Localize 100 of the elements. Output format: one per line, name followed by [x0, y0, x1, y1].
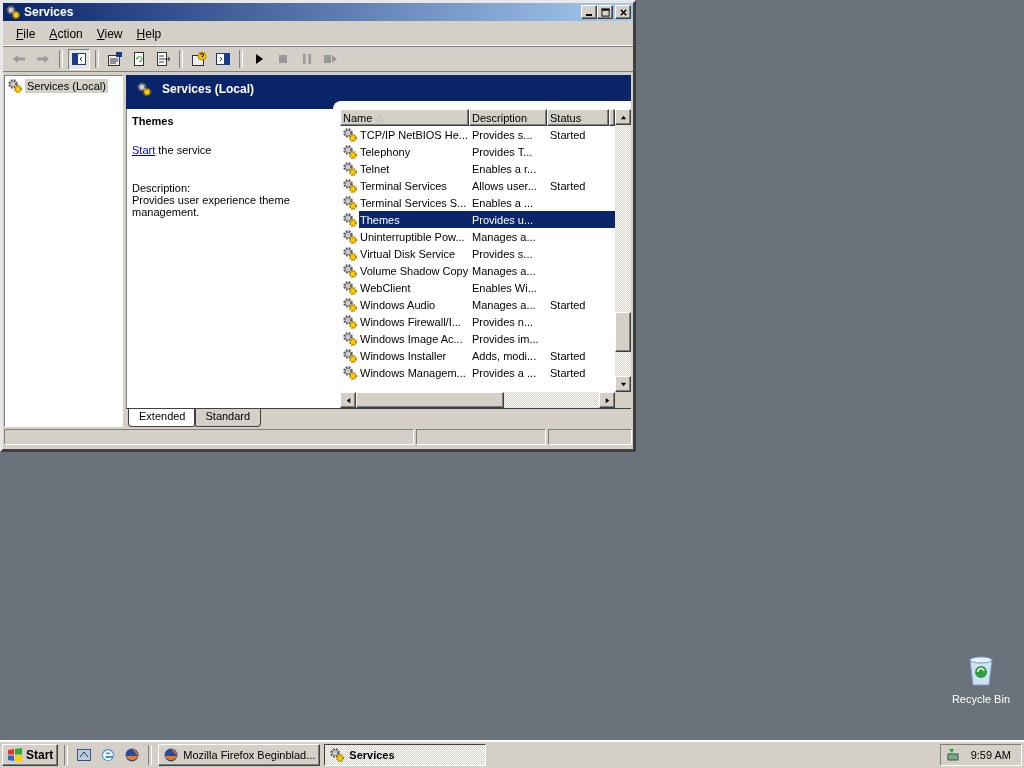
description-text: Provides user experience theme management.: [132, 194, 291, 218]
table-cell: Telephony: [360, 145, 411, 158]
desktop-shortcut-icon[interactable]: [76, 747, 93, 763]
table-cell: Telnet: [360, 162, 390, 175]
properties-icon: [107, 51, 123, 67]
table-cell-text: Provides a ...: [471, 366, 538, 379]
menu-item[interactable]: Help: [129, 27, 169, 41]
gears-icon: [342, 245, 358, 262]
description-label: Description:: [132, 182, 192, 194]
maximize-icon: [600, 7, 610, 17]
taskbar-button[interactable]: Services: [324, 744, 487, 766]
start-sentence: Start the service: [132, 144, 213, 156]
table-cell: Windows Managem...: [360, 366, 466, 379]
view-tab[interactable]: Standard: [194, 409, 262, 427]
table-cell-text: Started: [549, 298, 587, 311]
vertical-scrollbar[interactable]: [615, 109, 631, 392]
table-row[interactable]: Telephony Provides T...: [340, 143, 615, 160]
view-tab[interactable]: Extended: [128, 409, 197, 427]
table-cell: TCP/IP NetBIOS He...: [360, 128, 468, 141]
table-cell-text: Started: [549, 179, 587, 192]
table-cell: Terminal Services S...: [360, 196, 467, 209]
down-arrow-icon: [619, 380, 627, 388]
table-cell: Uninterruptible Pow...: [360, 230, 465, 243]
gears-icon: [342, 364, 358, 381]
table-cell-text: Allows user...: [471, 179, 538, 192]
desktop-icon-label[interactable]: Recycle Bin: [951, 693, 1010, 705]
table-row[interactable]: WebClient Enables Wi...: [340, 279, 615, 296]
table-cell-text: Manages a...: [471, 264, 537, 277]
table-cell: Windows Audio: [360, 298, 436, 311]
table-cell: Virtual Disk Service: [360, 247, 456, 260]
menu-item[interactable]: View: [89, 27, 130, 41]
gears-icon: [329, 747, 346, 763]
fox-globe-icon[interactable]: [124, 747, 141, 763]
gears-icon: [5, 4, 21, 20]
table-cell-text: Started: [549, 366, 587, 379]
table-row[interactable]: Windows Firewall/I... Provides n...: [340, 313, 615, 330]
tree-pane-icon: [71, 51, 87, 67]
column-header[interactable]: Description: [469, 109, 547, 126]
window-title: Services: [24, 5, 75, 19]
table-row[interactable]: Terminal Services Allows user... Started: [340, 177, 615, 194]
gears-icon: [342, 228, 358, 245]
table-cell: WebClient: [360, 281, 411, 294]
service-name: Themes: [132, 115, 175, 127]
gears-icon: [342, 330, 358, 347]
table-cell: Windows Installer: [360, 349, 447, 362]
browser-e-icon[interactable]: [100, 747, 117, 763]
table-cell-text: Manages a...: [471, 298, 537, 311]
table-cell-text: Provides n...: [471, 315, 535, 328]
minimize-button[interactable]: [581, 5, 597, 19]
menu-item[interactable]: File: [9, 27, 43, 41]
table-cell: Terminal Services: [360, 179, 447, 192]
clock: 9:59 AM: [970, 749, 1011, 761]
table-cell-text: Started: [549, 128, 587, 141]
windows-flag-icon: [7, 747, 23, 763]
start-button[interactable]: Start: [2, 744, 59, 766]
refresh-icon: [131, 51, 147, 67]
tree-item[interactable]: Services (Local): [25, 79, 108, 93]
start-link[interactable]: Start: [132, 144, 156, 156]
gears-icon: [342, 296, 358, 313]
maximize-button[interactable]: [597, 5, 613, 19]
column-header[interactable]: [609, 109, 615, 126]
right-arrow-icon: [603, 396, 611, 404]
column-header[interactable]: Status: [547, 109, 609, 126]
column-header[interactable]: Name: [340, 109, 469, 126]
table-cell-text: Started: [549, 349, 587, 362]
table-row[interactable]: Virtual Disk Service Provides s...: [340, 245, 615, 262]
menu-item[interactable]: Action: [42, 27, 90, 41]
table-row[interactable]: Windows Audio Manages a... Started: [340, 296, 615, 313]
network-computer-icon[interactable]: [944, 747, 961, 763]
table-row[interactable]: Volume Shadow Copy Manages a...: [340, 262, 615, 279]
table-row[interactable]: Windows Installer Adds, modi... Started: [340, 347, 615, 364]
table-row[interactable]: Themes Provides u...: [340, 211, 615, 228]
table-cell-text: Enables a ...: [471, 196, 535, 209]
table-cell: Volume Shadow Copy: [360, 264, 469, 277]
fox-globe-icon: [163, 747, 180, 763]
left-arrow-icon: [344, 396, 352, 404]
table-row[interactable]: Windows Image Ac... Provides im...: [340, 330, 615, 347]
table-cell: Windows Firewall/I...: [360, 315, 461, 328]
table-cell-text: Enables a r...: [471, 162, 538, 175]
table-row[interactable]: TCP/IP NetBIOS He... Provides s... Started: [340, 126, 615, 143]
help-icon: [191, 51, 207, 67]
scroll-thumb[interactable]: [356, 392, 504, 408]
table-row[interactable]: Terminal Services S... Enables a ...: [340, 194, 615, 211]
scroll-thumb[interactable]: [615, 312, 631, 352]
table-row[interactable]: Telnet Enables a r...: [340, 160, 615, 177]
close-button[interactable]: [615, 5, 631, 19]
table-cell-text: Enables Wi...: [471, 281, 538, 294]
gears-icon: [342, 347, 358, 364]
gears-icon: [342, 211, 358, 228]
table-cell-text: Provides s...: [471, 128, 534, 141]
gears-icon: [7, 78, 23, 94]
pane-title: Services (Local): [162, 82, 255, 96]
table-row[interactable]: Windows Managem... Provides a ... Started: [340, 364, 615, 381]
gears-icon: [342, 194, 358, 211]
export-list-icon: [155, 51, 171, 67]
table-row[interactable]: Uninterruptible Pow... Manages a...: [340, 228, 615, 245]
horizontal-scrollbar[interactable]: [340, 392, 631, 408]
up-arrow-icon: [619, 113, 627, 121]
taskbar-button[interactable]: Mozilla Firefox Beginblad...: [158, 744, 321, 766]
toolbar-button[interactable]: [68, 48, 90, 70]
